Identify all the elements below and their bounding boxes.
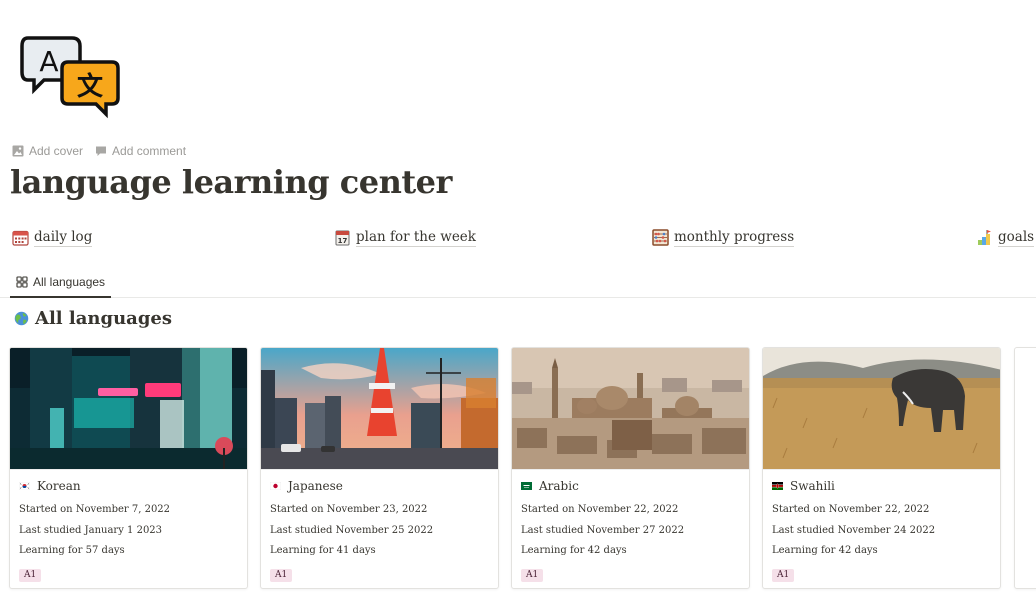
view-tabbar: All languages <box>0 268 1036 298</box>
saudi-flag-icon <box>521 482 532 490</box>
card-started-date: Started on November 22, 2022 <box>521 504 679 515</box>
card-last-studied: Last studied November 24 2022 <box>772 524 936 536</box>
page-icon-translate[interactable]: A 文 <box>18 32 122 120</box>
gallery-card-partial[interactable] <box>1014 347 1036 589</box>
abacus-icon <box>652 229 669 246</box>
kenya-flag-icon <box>772 482 783 490</box>
gallery-heading-title: All languages <box>35 308 173 329</box>
link-plan-for-the-week-label: plan for the week <box>356 229 476 247</box>
add-cover-button[interactable]: Add cover <box>12 144 83 158</box>
gallery-card-japanese[interactable]: Japanese Started on November 23, 2022 La… <box>260 347 499 589</box>
page-title[interactable]: language learning center <box>10 163 452 201</box>
link-daily-log[interactable]: daily log <box>12 228 93 247</box>
goal-flag-icon <box>978 230 991 245</box>
page-controls: Add cover Add comment <box>12 144 186 158</box>
link-monthly-progress[interactable]: monthly progress <box>652 228 795 247</box>
card-title-text: Japanese <box>288 479 343 493</box>
link-plan-for-the-week[interactable]: 17 plan for the week <box>334 228 476 247</box>
calendar-icon <box>12 230 29 246</box>
card-title-text: Swahili <box>790 479 835 493</box>
link-monthly-progress-label: monthly progress <box>674 229 795 247</box>
link-goals-label: goals <box>998 229 1035 247</box>
globe-icon <box>14 311 29 326</box>
card-title: Korean <box>19 478 238 494</box>
card-title: Japanese <box>270 478 489 494</box>
japan-flag-icon <box>270 482 281 490</box>
tab-all-languages-label: All languages <box>33 275 106 289</box>
gallery-icon <box>16 276 28 288</box>
tear-off-calendar-icon: 17 <box>335 230 350 246</box>
card-last-studied: Last studied November 25 2022 <box>270 524 434 536</box>
card-started-date: Started on November 23, 2022 <box>270 504 428 515</box>
card-last-studied: Last studied January 1 2023 <box>19 524 163 536</box>
card-started-date: Started on November 22, 2022 <box>772 504 930 515</box>
add-comment-label: Add comment <box>112 144 187 158</box>
linked-pages-row: daily log 17 plan for the week monthly p… <box>12 228 1036 250</box>
card-title: Arabic <box>521 478 740 494</box>
card-cover-image <box>512 348 749 470</box>
gallery-heading[interactable]: All languages <box>14 308 172 329</box>
card-level-tag: A1 <box>270 568 293 582</box>
svg-text:A: A <box>39 45 58 78</box>
card-level-tag: A1 <box>521 568 544 582</box>
card-title: Swahili <box>772 478 991 494</box>
add-cover-label: Add cover <box>29 144 84 158</box>
svg-text:文: 文 <box>77 71 104 102</box>
card-cover-image <box>763 348 1000 470</box>
gallery-card-arabic[interactable]: Arabic Started on November 22, 2022 Last… <box>511 347 750 589</box>
gallery-card-swahili[interactable]: Swahili Started on November 22, 2022 Las… <box>762 347 1001 589</box>
card-last-studied: Last studied November 27 2022 <box>521 524 685 536</box>
image-icon <box>12 145 24 157</box>
card-cover-image <box>261 348 498 470</box>
svg-text:17: 17 <box>338 237 348 245</box>
korea-flag-icon <box>19 482 30 490</box>
card-started-date: Started on November 7, 2022 <box>19 504 171 515</box>
card-learning-duration: Learning for 42 days <box>772 545 878 556</box>
card-title-text: Arabic <box>539 479 579 493</box>
link-daily-log-label: daily log <box>34 229 93 247</box>
card-level-tag: A1 <box>772 568 795 582</box>
card-cover-image <box>10 348 247 470</box>
card-learning-duration: Learning for 42 days <box>521 545 627 556</box>
card-learning-duration: Learning for 57 days <box>19 545 125 556</box>
comment-icon <box>96 146 107 156</box>
link-goals[interactable]: goals <box>976 228 1035 247</box>
add-comment-button[interactable]: Add comment <box>95 144 186 158</box>
card-title-text: Korean <box>37 479 81 493</box>
gallery-card-korean[interactable]: Korean Started on November 7, 2022 Last … <box>9 347 248 589</box>
tab-all-languages[interactable]: All languages <box>10 268 112 298</box>
card-level-tag: A1 <box>19 568 42 582</box>
language-translate-icon: A 文 <box>20 36 120 119</box>
card-learning-duration: Learning for 41 days <box>270 545 376 556</box>
